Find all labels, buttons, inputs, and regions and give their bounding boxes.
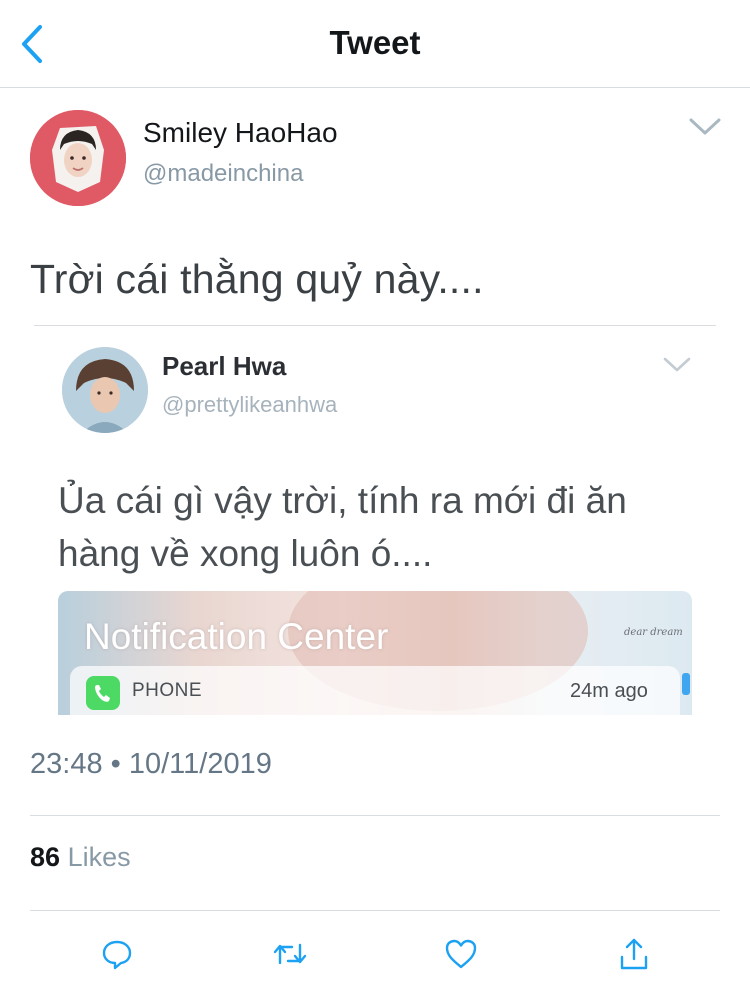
quoted-tweet-image[interactable]: Pearl Hwa @prettylikeanhwa Ủa cái gì vậy…: [34, 325, 716, 715]
notification-time: 24m ago: [570, 680, 648, 702]
divider: [30, 910, 720, 911]
retweet-icon: [273, 943, 307, 965]
navigation-bar: Tweet: [0, 0, 750, 88]
chevron-down-icon: [663, 357, 691, 372]
tweet-options-button[interactable]: [688, 116, 722, 138]
tweet-timestamp: 23:48 • 10/11/2019: [30, 748, 272, 780]
author-name[interactable]: Smiley HaoHao: [143, 117, 338, 149]
notification-edge-marker: [682, 673, 690, 695]
quoted-text-line-2: hàng về xong luôn ó....: [58, 533, 433, 574]
divider: [30, 815, 720, 816]
avatar-image: [62, 347, 148, 433]
avatar-image: [30, 110, 126, 206]
share-button[interactable]: [616, 936, 652, 972]
notification-logo: dear dream: [624, 627, 683, 638]
tweet-text: Trời cái thằng quỷ này....: [30, 256, 484, 302]
reply-button[interactable]: [99, 936, 135, 972]
likes-label: Likes: [67, 842, 131, 872]
notification-center-screenshot: Notification Center dear dream PHONE 24m…: [58, 591, 692, 715]
embed-divider: [34, 325, 716, 326]
reply-icon: [102, 940, 132, 970]
author-handle[interactable]: @madeinchina: [143, 160, 303, 188]
quoted-author-name: Pearl Hwa: [162, 351, 287, 381]
like-icon: [445, 939, 477, 969]
page-title: Tweet: [329, 24, 421, 61]
quoted-text-line-1: Ủa cái gì vậy trời, tính ra mới đi ăn: [58, 480, 627, 521]
likes-count: 86: [30, 842, 61, 872]
share-icon: [620, 938, 648, 970]
quoted-chevron: [662, 355, 692, 375]
notification-app-label: PHONE: [132, 680, 203, 701]
quoted-author-handle: @prettylikeanhwa: [162, 392, 338, 417]
like-button[interactable]: [443, 936, 479, 972]
quoted-author-avatar: [62, 347, 148, 433]
chevron-down-icon: [689, 118, 721, 135]
phone-icon: [86, 676, 120, 710]
retweet-button[interactable]: [272, 936, 308, 972]
notification-center-title: Notification Center: [84, 616, 389, 657]
author-avatar[interactable]: [30, 110, 126, 206]
likes-stat[interactable]: 86 Likes: [30, 842, 131, 873]
